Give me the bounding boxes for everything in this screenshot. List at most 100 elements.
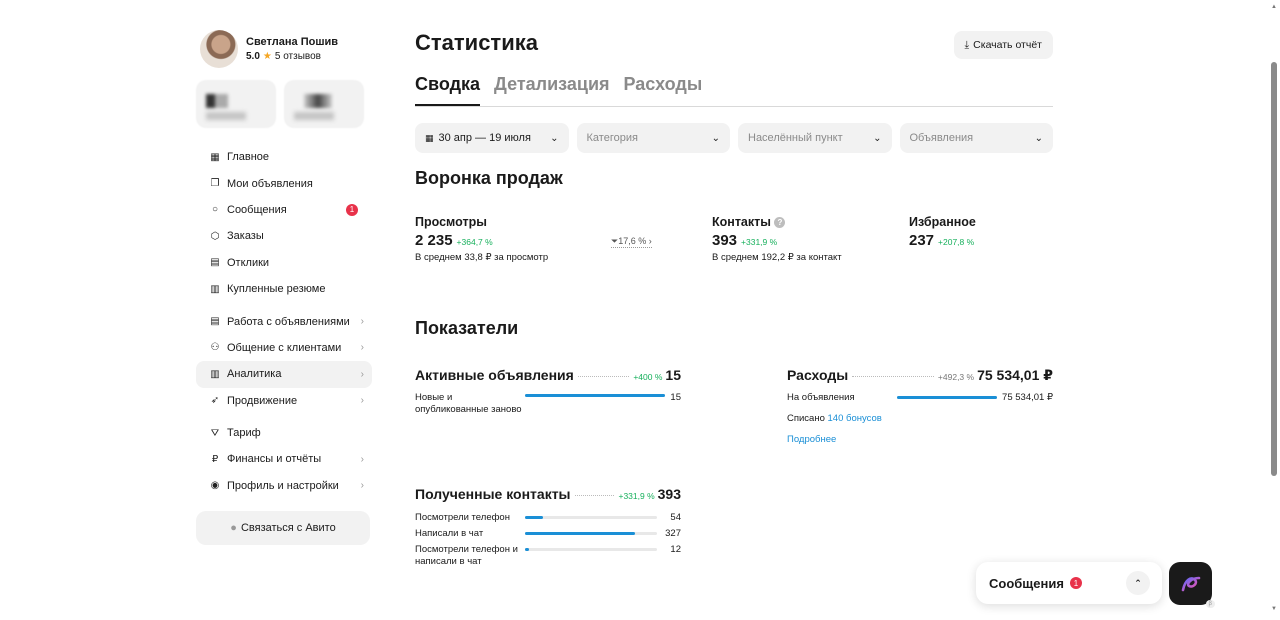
contacts-track [525,516,657,520]
sidebar-item-messages[interactable]: ○ Сообщения 1 [196,197,372,223]
wallet-card[interactable] [196,80,276,128]
sidebar-item-label: Сообщения [227,203,287,216]
chevron-right-icon: › [360,480,364,492]
chevron-down-icon: ⌄ [1034,132,1043,144]
conversion-link[interactable]: ⏷17,6 % › [611,236,652,248]
sidebar-item-label: Общение с клиентами [227,341,342,354]
active-ads-row-value: 15 [670,392,681,403]
sidebar-nav: ▦ Главное ❐ Мои объявления ○ Сообщения 1 ⬡ За… [196,144,372,499]
favorites-label: Избранное [909,215,976,229]
sidebar-item-label: Финансы и отчёты [227,453,322,466]
category-select[interactable]: Категория ⌄ [576,123,730,153]
profile-name[interactable]: Светлана Пошив [246,36,338,48]
active-ads-bar [525,394,665,397]
profile-rating[interactable]: 5.0 ★ 5 отзывов [246,51,338,62]
expenses-bar [897,396,997,400]
resume-icon: ▥ [210,283,220,295]
chevron-down-icon: ⌄ [711,132,720,144]
contacts-row-value: 327 [665,528,681,540]
avatar[interactable] [200,30,238,68]
views-label: Просмотры [415,215,487,229]
funnel-contacts: Контакты ? 393 +331,9 % В среднем 192,2 ₽… [712,215,842,263]
sidebar-item-responses[interactable]: ▤ Отклики [196,250,372,276]
expenses-change: +492,3 % [937,372,975,382]
sidebar-item-finance[interactable]: ₽ Финансы и отчёты › [196,446,372,472]
page-title: Статистика [415,30,538,55]
messages-widget[interactable]: Сообщения 1 ⌃ [976,562,1162,604]
chevron-down-icon: ⌄ [873,132,882,144]
sidebar-item-my-ads[interactable]: ❐ Мои объявления [196,170,372,196]
chevron-right-icon: › [360,395,364,407]
sidebar-item-analytics[interactable]: ▥ Аналитика › [196,361,372,388]
sidebar-item-profile[interactable]: ◉ Профиль и настройки › [196,473,372,499]
sidebar: Светлана Пошив 5.0 ★ 5 отзывов ▦ Главное … [196,28,372,546]
more-details-link[interactable]: Подробнее [787,434,836,445]
ads-placeholder: Объявления [909,132,974,144]
contacts-row: Написали в чат 327 [415,528,681,540]
contacts-metric-value: 393 [657,486,681,502]
scroll-down-arrow-icon[interactable]: ▼ [1271,606,1277,612]
assistant-button[interactable]: β [1169,562,1215,608]
expenses-header: Расходы +492,3 % 75 534,01 ₽ [787,367,1053,384]
sidebar-item-ads-work[interactable]: ▤ Работа с объявлениями › [196,308,372,334]
chevron-right-icon: › [646,236,652,246]
sidebar-item-label: Заказы [227,230,264,243]
tab-expenses[interactable]: Расходы [624,74,703,106]
date-range-value: 30 апр — 19 июля [438,132,531,144]
bonus-link[interactable]: 140 бонусов [828,413,882,424]
scroll-up-arrow-icon[interactable]: ▲ [1271,4,1277,10]
contacts-bar [525,516,544,520]
ads-select[interactable]: Объявления ⌄ [899,123,1053,153]
sidebar-item-label: Продвижение [227,394,298,407]
sidebar-item-main[interactable]: ▦ Главное [196,144,372,170]
written-off-prefix: Списано [787,413,825,424]
expenses-row: На объявления 75 534,01 ₽ [787,392,1053,404]
profile-icon: ◉ [210,480,220,492]
conversion-value: 17,6 % [618,236,647,246]
chevron-up-icon[interactable]: ⌃ [1126,571,1150,595]
messages-widget-badge: 1 [1069,577,1082,589]
users-icon: ⚇ [210,342,220,354]
views-value: 2 235 [415,232,453,249]
chat-icon: ○ [211,204,219,216]
ruble-icon: ₽ [211,453,219,465]
page-scrollbar[interactable] [1271,62,1277,476]
contacts-metric-header: Полученные контакты +331,9 % 393 [415,486,681,502]
contacts-track [525,532,657,536]
download-report-button[interactable]: ⤓ Скачать отчёт [953,31,1053,59]
contact-avito-button[interactable]: ● Связаться с Авито [196,511,370,546]
active-ads-header: Активные объявления +400 % 15 [415,367,681,383]
funnel-title: Воронка продаж [415,168,563,188]
beta-tag: β [1205,600,1215,608]
sidebar-item-orders[interactable]: ⬡ Заказы [196,223,372,249]
funnel-favorites: Избранное 237 +207,8 % [909,215,976,249]
sidebar-item-resumes[interactable]: ▥ Купленные резюме [196,276,372,302]
city-placeholder: Населённый пункт [748,132,843,144]
contact-avito-label: Связаться с Авито [240,522,336,535]
sidebar-item-tariff[interactable]: ⛛ Тариф [196,420,372,446]
contacts-bar [525,532,635,536]
profile-header[interactable]: Светлана Пошив 5.0 ★ 5 отзывов [196,28,372,70]
active-ads-row-label: Новые и опубликованные заново [415,392,522,415]
active-ads-value: 15 [665,367,681,383]
expenses-title: Расходы [787,367,849,383]
contacts-row-value: 12 [670,544,681,555]
sidebar-item-promotion[interactable]: ➶ Продвижение › [196,388,372,414]
active-ads-title: Активные объявления [415,367,574,383]
bonus-card[interactable] [284,80,364,128]
download-label: Скачать отчёт [973,39,1042,51]
sidebar-item-clients[interactable]: ⚇ Общение с клиентами › [196,335,372,361]
doc-icon: ▤ [210,257,220,269]
city-select[interactable]: Населённый пункт ⌄ [738,123,892,153]
written-off-text: Списано 140 бонусов [787,413,882,424]
contacts-change: +331,9 % [741,237,778,247]
date-range-select[interactable]: ▦ 30 апр — 19 июля ⌄ [415,123,569,153]
tariff-icon: ⛛ [210,427,220,439]
list-icon: ▤ [210,316,220,328]
expenses-row-value: 75 534,01 ₽ [1002,392,1053,404]
tab-details[interactable]: Детализация [494,74,610,106]
sidebar-item-label: Мои объявления [227,177,313,190]
help-icon[interactable]: ? [774,217,786,228]
chevron-down-icon: ⌄ [550,132,559,144]
tab-summary[interactable]: Сводка [415,74,481,106]
